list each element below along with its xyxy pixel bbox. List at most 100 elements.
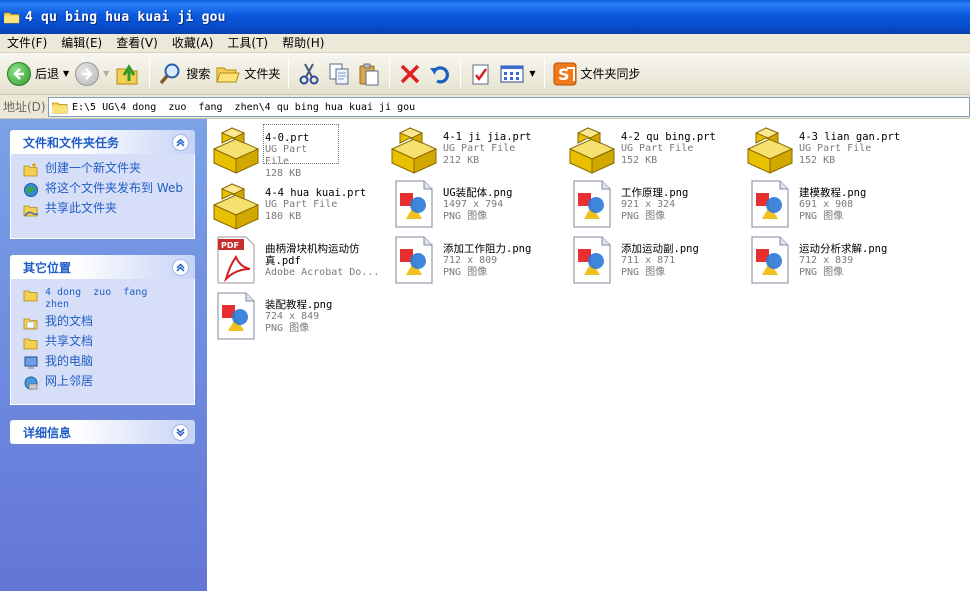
new-folder-icon [23,163,38,177]
file-name: 添加工作阻力.png [443,243,532,255]
copy-button[interactable] [324,57,354,91]
png-image-icon [387,235,441,287]
file-item[interactable]: 运动分析求解.png 712 x 839 PNG 图像 [743,235,921,291]
other-places-header[interactable]: 其它位置 [10,255,195,279]
menu-favorites[interactable]: 收藏(A) [167,35,219,52]
cut-icon [299,63,319,84]
search-button[interactable]: 搜索 [155,57,213,91]
file-item[interactable]: 建模教程.png 691 x 908 PNG 图像 [743,179,921,235]
task-new-folder[interactable]: 创建一个新文件夹 [23,162,184,178]
file-dimensions: 712 x 809 [443,255,498,266]
file-name: 运动分析求解.png [799,243,888,255]
file-size: 152 KB [799,155,836,166]
file-dimensions: 711 x 871 [621,255,676,266]
file-dimensions: 712 x 839 [799,255,854,266]
undo-button[interactable] [425,57,455,91]
collapse-chevron-icon[interactable] [172,258,189,276]
place-parent-folder-label: 4 dong zuo fang zhen [45,287,154,310]
file-type: Adobe Acrobat Do... [265,267,380,278]
views-icon [500,65,524,82]
file-item[interactable]: 4-2 qu bing.prt UG Part File 152 KB [565,123,743,179]
place-shared-documents-label: 共享文档 [45,334,94,348]
shared-documents-icon [23,338,38,350]
ug-part-file-icon [209,179,263,231]
svg-text:PDF: PDF [221,241,239,250]
address-field[interactable]: E:\5 UG\4 dong zuo fang zhen\4 qu bing h… [48,97,970,117]
details-header[interactable]: 详细信息 [10,420,195,444]
menu-help[interactable]: 帮助(H) [277,35,329,52]
file-name: 曲柄滑块机构运动仿真.pdf [265,243,360,267]
file-item[interactable]: 添加运动副.png 711 x 871 PNG 图像 [565,235,743,291]
back-button[interactable]: 后退 ▼ [4,57,72,91]
file-type: UG Part File [621,143,694,154]
cut-button[interactable] [294,57,324,91]
address-label: 地址(D) [3,100,46,114]
task-share-folder[interactable]: 共享此文件夹 [23,202,184,218]
back-arrow-icon [7,61,31,86]
file-name: 4-4 hua kuai.prt [265,187,367,199]
file-item[interactable]: 添加工作阻力.png 712 x 809 PNG 图像 [387,235,565,291]
back-dropdown-icon[interactable]: ▼ [63,69,69,78]
file-tasks-body: 创建一个新文件夹 将这个文件夹发布到 Web 共享此文件夹 [10,154,195,239]
menu-view[interactable]: 查看(V) [111,35,163,52]
file-item[interactable]: 装配教程.png 724 x 849 PNG 图像 [209,291,387,347]
file-type: PNG 图像 [621,211,666,222]
up-button[interactable] [112,57,144,91]
pdf-file-icon: PDF [209,235,263,287]
png-image-icon [387,179,441,231]
task-publish-web[interactable]: 将这个文件夹发布到 Web [23,182,184,198]
file-item[interactable]: 4-0.prt UG Part File 128 KB [209,123,387,179]
expand-chevron-icon[interactable] [172,423,189,441]
task-pane: 文件和文件夹任务 创建一个新文件夹 将这个文件夹发布到 Web 共享此文件夹 其… [0,119,207,591]
file-size: 212 KB [443,155,480,166]
forward-button[interactable]: ▼ [72,57,112,91]
png-image-icon [209,291,263,343]
menu-edit[interactable]: 编辑(E) [56,35,107,52]
folders-button[interactable]: 文件夹 [213,57,283,91]
file-tasks-header[interactable]: 文件和文件夹任务 [10,130,195,154]
file-type: UG Part File [799,143,872,154]
menu-tools[interactable]: 工具(T) [222,35,273,52]
file-type: UG Part File [265,144,308,167]
png-image-icon [743,179,797,231]
toolbar-separator [389,58,391,89]
file-item[interactable]: PDF 曲柄滑块机构运动仿真.pdf Adobe Acrobat Do... [209,235,387,291]
views-dropdown-icon[interactable]: ▼ [529,69,535,78]
place-my-computer[interactable]: 我的电脑 [23,355,184,371]
folder-sync-button[interactable]: S 文件夹同步 [550,57,644,91]
file-dimensions: 921 x 324 [621,199,676,210]
forward-arrow-icon [75,61,100,86]
copy-icon [329,63,349,84]
forward-dropdown-icon[interactable]: ▼ [103,69,109,78]
place-parent-folder[interactable]: 4 dong zuo fang zhen [23,287,184,311]
file-item[interactable]: 4-4 hua kuai.prt UG Part File 180 KB [209,179,387,235]
title-bar[interactable]: 4 qu bing hua kuai ji gou [0,0,970,34]
paste-button[interactable] [354,57,384,91]
place-network[interactable]: 网上邻居 [23,375,184,391]
delete-icon [401,64,420,83]
address-path: E:\5 UG\4 dong zuo fang zhen\4 qu bing h… [72,101,416,113]
collapse-chevron-icon[interactable] [172,133,189,151]
folder-icon [52,102,68,113]
file-type: PNG 图像 [799,267,844,278]
delete-button[interactable] [395,57,425,91]
paste-icon [359,63,379,85]
file-item[interactable]: 4-1 ji jia.prt UG Part File 212 KB [387,123,565,179]
views-button[interactable]: ▼ [496,57,538,91]
properties-icon [472,64,489,84]
ug-part-file-icon [209,123,263,175]
ug-part-file-icon [387,123,441,175]
publish-web-icon [24,183,38,197]
properties-button[interactable] [466,57,496,91]
folder-sync-label: 文件夹同步 [580,67,641,81]
file-list-view[interactable]: 4-0.prt UG Part File 128 KB 4-1 ji jia.prt… [207,119,970,591]
file-item[interactable]: 工作原理.png 921 x 324 PNG 图像 [565,179,743,235]
file-item[interactable]: UG装配体.png 1497 x 794 PNG 图像 [387,179,565,235]
place-my-documents[interactable]: 我的文档 [23,315,184,331]
file-type: PNG 图像 [443,211,488,222]
file-item[interactable]: 4-3 lian gan.prt UG Part File 152 KB [743,123,921,179]
details-panel: 详细信息 [10,420,195,444]
file-name: 4-3 lian gan.prt [799,131,901,143]
menu-file[interactable]: 文件(F) [2,35,52,52]
place-shared-documents[interactable]: 共享文档 [23,335,184,351]
